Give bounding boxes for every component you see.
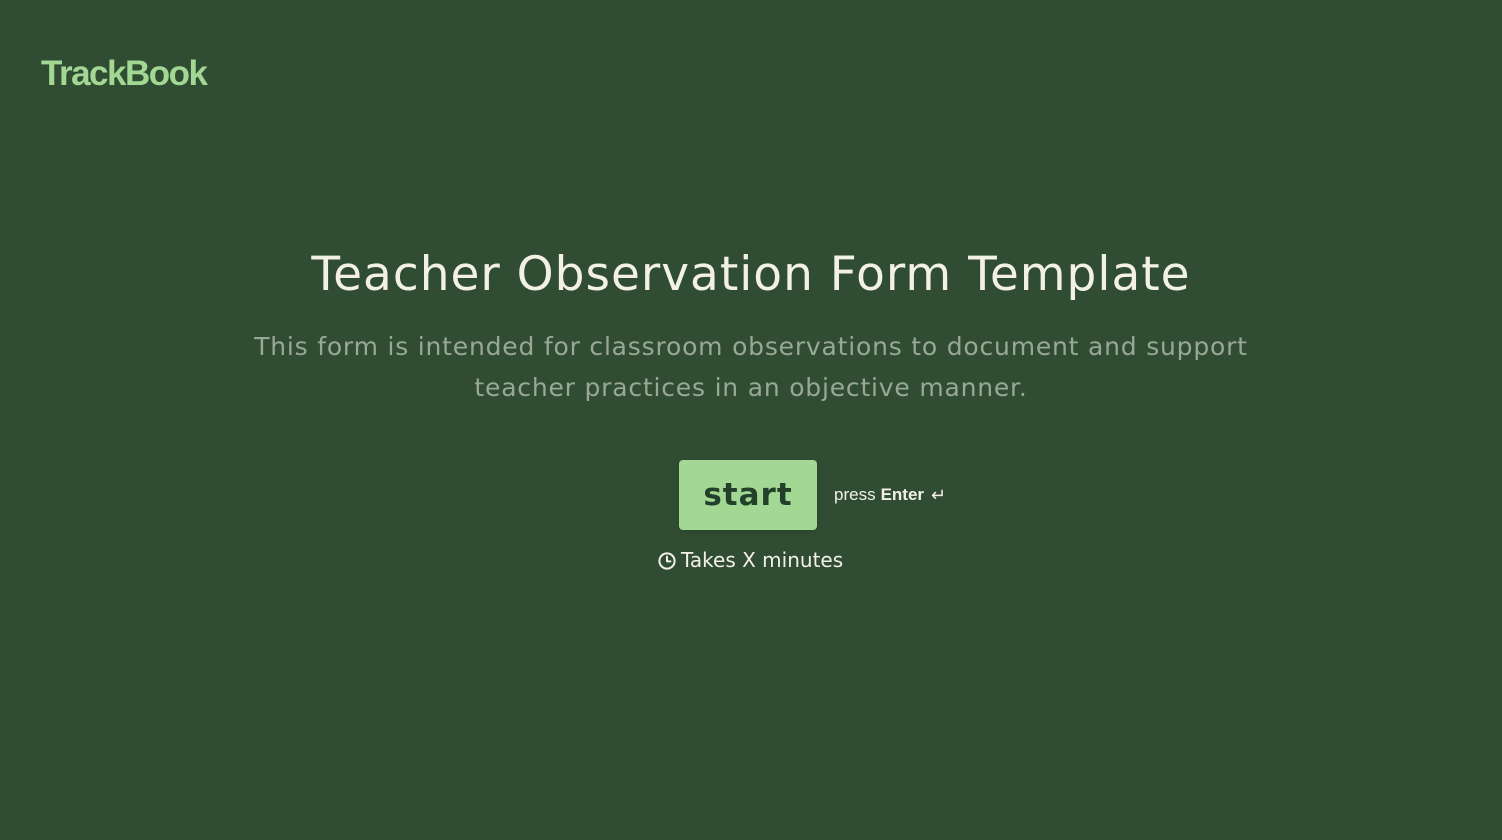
enter-icon: ↵ bbox=[931, 484, 947, 505]
duration-estimate: Takes X minutes bbox=[658, 548, 843, 572]
keyboard-hint: press Enter ↵ bbox=[834, 485, 946, 506]
brand-logo: TrackBook bbox=[41, 54, 208, 93]
start-action-row: start press Enter ↵ bbox=[679, 460, 946, 530]
duration-text: Takes X minutes bbox=[681, 548, 844, 572]
welcome-section: Teacher Observation Form Template This f… bbox=[0, 244, 1502, 408]
clock-icon bbox=[658, 551, 676, 570]
form-title: Teacher Observation Form Template bbox=[311, 247, 1191, 302]
form-description: This form is intended for classroom obse… bbox=[254, 332, 1248, 402]
form-welcome-screen: TrackBook Teacher Observation Form Templ… bbox=[0, 0, 1502, 840]
start-button[interactable]: start bbox=[679, 460, 817, 530]
press-prefix: press bbox=[834, 485, 876, 504]
enter-key-label: Enter bbox=[880, 485, 925, 504]
